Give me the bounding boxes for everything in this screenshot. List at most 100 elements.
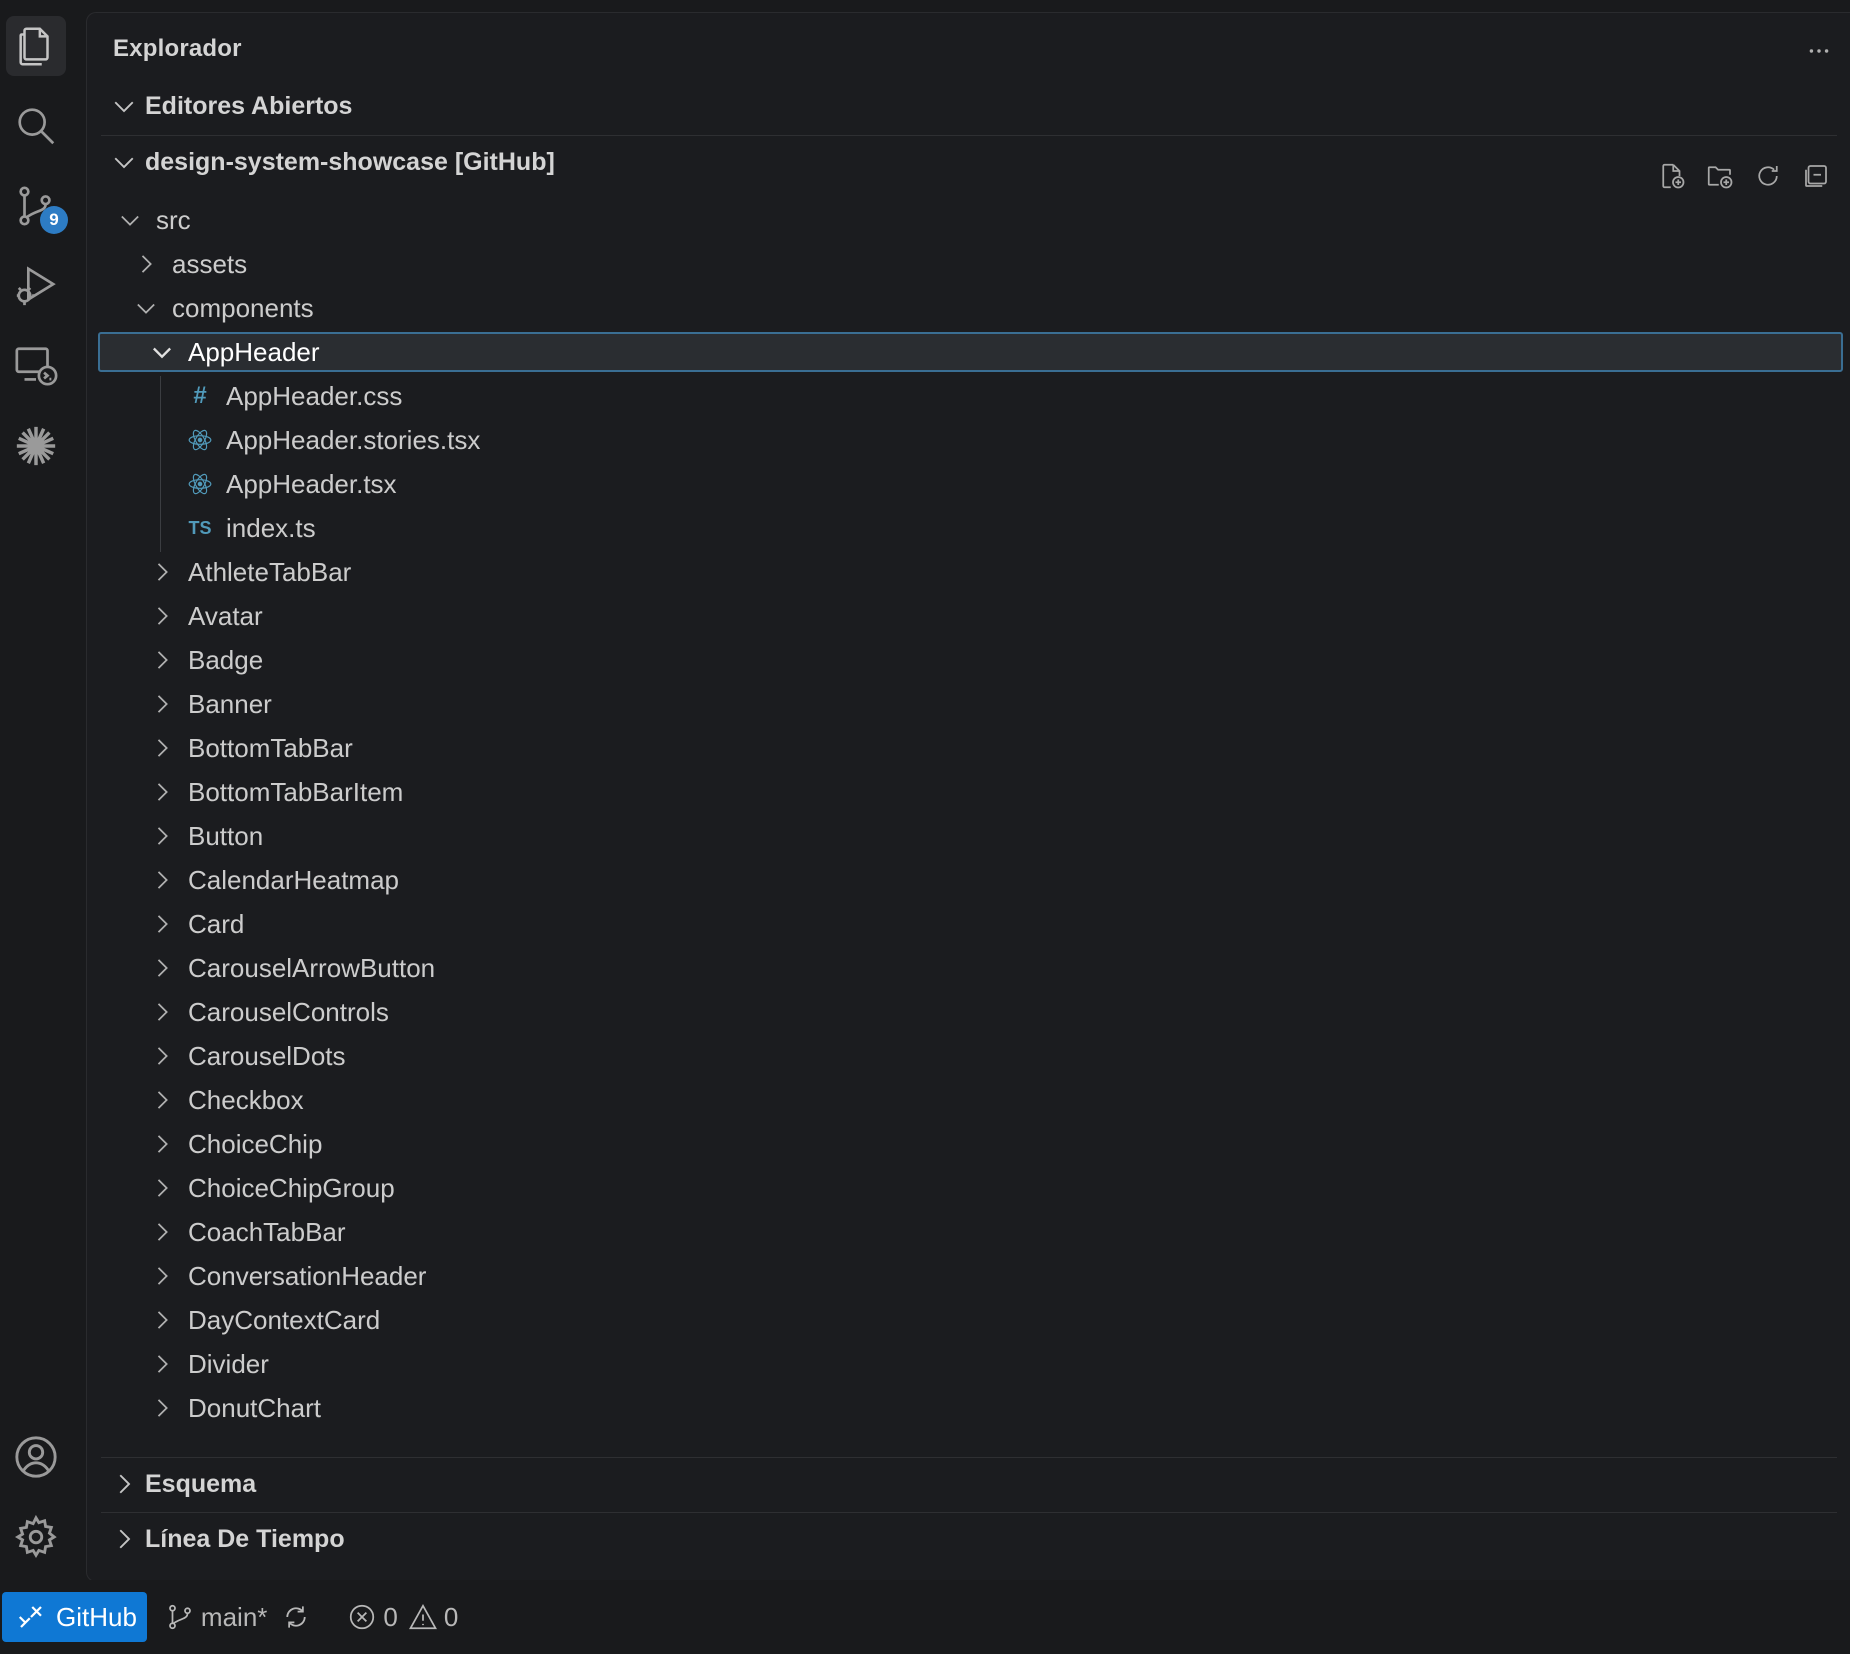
tree-file-row[interactable]: TS index.ts bbox=[98, 508, 1843, 548]
search-icon bbox=[18, 108, 55, 145]
tree-item-label: index.ts bbox=[226, 512, 316, 543]
tree-file-row[interactable]: # AppHeader.css bbox=[98, 376, 1843, 416]
remote-label: GitHub bbox=[56, 1601, 137, 1632]
tree-item-label: Avatar bbox=[188, 600, 263, 631]
accounts-button[interactable] bbox=[6, 1427, 66, 1487]
tree-file-row[interactable]: AppHeader.tsx bbox=[98, 464, 1843, 504]
tree-item-label: ChoiceChipGroup bbox=[188, 1172, 395, 1203]
chevron-right-icon bbox=[157, 739, 168, 757]
tree-folder-row[interactable]: BottomTabBar bbox=[98, 728, 1843, 768]
run-debug-button[interactable] bbox=[6, 256, 66, 316]
tree-item-label: Banner bbox=[188, 688, 272, 719]
tree-folder-row[interactable]: ConversationHeader bbox=[98, 1256, 1843, 1296]
tree-folder-row[interactable]: ChoiceChipGroup bbox=[98, 1168, 1843, 1208]
tree-folder-row[interactable]: DonutChart bbox=[98, 1388, 1843, 1428]
timeline-header[interactable]: Línea De Tiempo bbox=[101, 1516, 1837, 1562]
run-debug-icon bbox=[16, 266, 56, 306]
tree-item-label: CoachTabBar bbox=[188, 1216, 346, 1247]
explorer-button[interactable] bbox=[6, 16, 66, 76]
tree-folder-row[interactable]: assets bbox=[98, 244, 1843, 284]
remote-explorer-button[interactable] bbox=[6, 336, 66, 396]
branch-indicator[interactable]: main* bbox=[165, 1602, 267, 1633]
tree-item-label: BottomTabBar bbox=[188, 732, 353, 763]
ai-assistant-button[interactable] bbox=[6, 416, 66, 476]
tree-item-label: Badge bbox=[188, 644, 264, 675]
tree-item-label: Checkbox bbox=[188, 1084, 304, 1115]
tree-folder-row[interactable]: components bbox=[98, 288, 1843, 328]
sync-button[interactable] bbox=[281, 1602, 317, 1632]
typescript-file-icon: TS bbox=[188, 517, 212, 538]
tree-item-label: CarouselControls bbox=[188, 996, 389, 1027]
chevron-right-icon bbox=[157, 959, 168, 977]
branch-label: main* bbox=[200, 1601, 268, 1632]
tree-file-row[interactable]: AppHeader.stories.tsx bbox=[98, 420, 1843, 460]
tree-item-label: AppHeader bbox=[188, 336, 320, 367]
tree-folder-row[interactable]: Avatar bbox=[98, 596, 1843, 636]
search-button[interactable] bbox=[6, 96, 66, 156]
tree-folder-row[interactable]: Button bbox=[98, 816, 1843, 856]
tree-folder-row[interactable]: CoachTabBar bbox=[98, 1212, 1843, 1252]
more-actions-button[interactable] bbox=[1799, 31, 1839, 71]
tree-folder-row[interactable]: CarouselControls bbox=[98, 992, 1843, 1032]
sidebar-title: Explorador bbox=[113, 35, 242, 62]
tree-folder-row[interactable]: CalendarHeatmap bbox=[98, 860, 1843, 900]
chevron-right-icon bbox=[157, 1003, 168, 1021]
css-file-icon: # bbox=[193, 382, 207, 409]
outline-header[interactable]: Esquema bbox=[101, 1461, 1837, 1507]
tree-item-label: DayContextCard bbox=[188, 1304, 381, 1335]
account-icon bbox=[15, 1436, 57, 1478]
open-editors-header[interactable]: Editores Abiertos bbox=[101, 83, 1837, 129]
tree-folder-row[interactable]: CarouselDots bbox=[98, 1036, 1843, 1076]
source-control-button[interactable]: 9 bbox=[6, 176, 68, 236]
tree-folder-row[interactable]: ChoiceChip bbox=[98, 1124, 1843, 1164]
tree-item-label: ConversationHeader bbox=[188, 1260, 427, 1291]
new-folder-icon bbox=[1707, 166, 1733, 189]
explorer-toolbar bbox=[1655, 159, 1833, 193]
chevron-right-icon bbox=[157, 1135, 168, 1153]
source-control-badge: 9 bbox=[40, 206, 68, 234]
collapse-all-icon bbox=[1805, 165, 1827, 187]
refresh-explorer-button[interactable] bbox=[1751, 159, 1785, 193]
tree-folder-row[interactable]: AthleteTabBar bbox=[98, 552, 1843, 592]
chevron-down-icon bbox=[114, 157, 134, 169]
tree-folder-row[interactable]: Divider bbox=[98, 1344, 1843, 1384]
remote-indicator[interactable]: GitHub bbox=[2, 1592, 147, 1642]
new-folder-button[interactable] bbox=[1703, 159, 1737, 193]
react-file-icon bbox=[186, 426, 214, 454]
workspace-header[interactable]: design-system-showcase [GitHub] bbox=[101, 139, 1837, 185]
tree-folder-row[interactable]: src bbox=[98, 200, 1843, 240]
sync-icon bbox=[286, 1606, 307, 1628]
remote-explorer-icon bbox=[15, 347, 58, 386]
new-file-button[interactable] bbox=[1655, 159, 1689, 193]
collapse-all-button[interactable] bbox=[1799, 159, 1833, 193]
tree-item-label: CarouselArrowButton bbox=[188, 952, 436, 983]
chevron-right-icon bbox=[157, 563, 168, 581]
gear-icon bbox=[14, 1514, 57, 1559]
section-divider bbox=[101, 1512, 1837, 1513]
explorer-sidebar: Explorador Editores Abiertos design-syst… bbox=[86, 12, 1850, 1582]
tree-folder-row[interactable]: BottomTabBarItem bbox=[98, 772, 1843, 812]
chevron-right-icon bbox=[157, 915, 168, 933]
tree-folder-row[interactable]: Badge bbox=[98, 640, 1843, 680]
tree-folder-row[interactable]: Checkbox bbox=[98, 1080, 1843, 1120]
tree-folder-row[interactable]: CarouselArrowButton bbox=[98, 948, 1843, 988]
manage-button[interactable] bbox=[6, 1507, 66, 1567]
outline-label: Esquema bbox=[145, 1469, 257, 1498]
section-divider bbox=[101, 1457, 1837, 1458]
problems-indicator[interactable]: 0 0 bbox=[347, 1602, 458, 1633]
tree-item-label: CalendarHeatmap bbox=[188, 864, 400, 895]
chevron-right-icon bbox=[119, 1474, 131, 1494]
chevron-right-icon bbox=[119, 1529, 131, 1549]
tree-folder-row[interactable]: Banner bbox=[98, 684, 1843, 724]
chevron-right-icon bbox=[141, 255, 152, 273]
open-editors-label: Editores Abiertos bbox=[145, 91, 353, 120]
error-icon bbox=[350, 1604, 375, 1630]
tree-folder-row[interactable]: Card bbox=[98, 904, 1843, 944]
tree-item-label: Card bbox=[188, 908, 245, 939]
react-file-icon bbox=[186, 470, 214, 498]
tree-folder-row[interactable]: DayContextCard bbox=[98, 1300, 1843, 1340]
chevron-right-icon bbox=[157, 1047, 168, 1065]
tree-folder-row[interactable]: AppHeader bbox=[98, 332, 1843, 372]
tree-item-label: ChoiceChip bbox=[188, 1128, 323, 1159]
tree-item-label: CarouselDots bbox=[188, 1040, 346, 1071]
